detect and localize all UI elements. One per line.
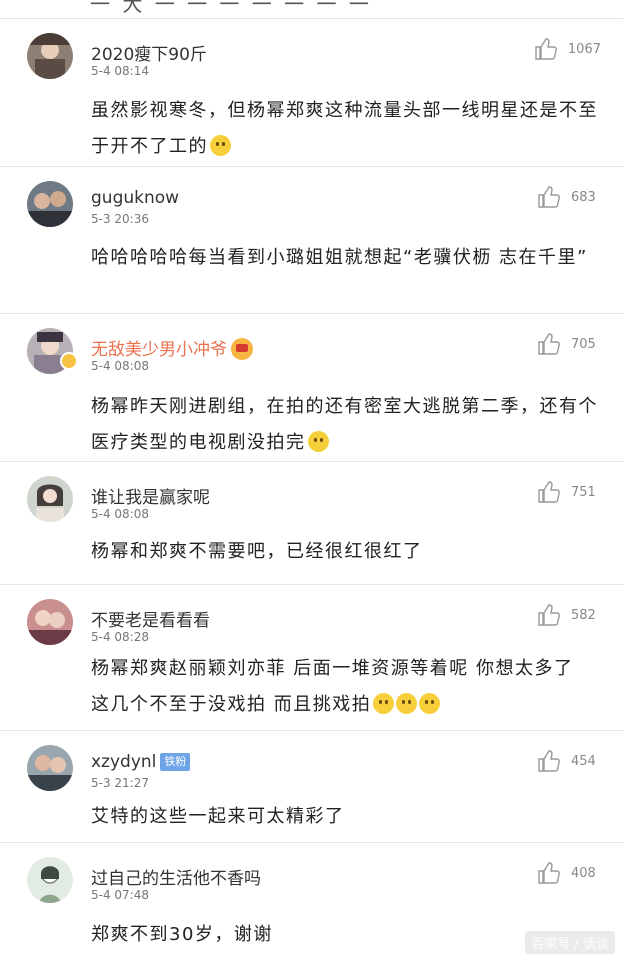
thumbs-up-icon: [538, 604, 560, 626]
cat-emoji-icon: [373, 693, 395, 714]
comment-item[interactable]: 不要老是看看看 5-4 08:28 582 杨幂郑爽赵丽颖刘亦菲 后面一堆资源等…: [0, 585, 623, 731]
username[interactable]: 谁让我是赢家呢: [91, 483, 210, 508]
comment-text: 哈哈哈哈哈每当看到小璐姐姐就想起“老骥伏枥 志在千里”: [91, 247, 588, 268]
timestamp: 5-4 08:08: [91, 507, 149, 521]
like-button[interactable]: 582: [537, 603, 601, 627]
comment-item[interactable]: 2020瘦下90斤 5-4 08:14 1067 虽然影视寒冬，但杨幂郑爽这种流…: [0, 19, 623, 167]
avatar[interactable]: [27, 599, 73, 645]
timestamp: 5-4 07:48: [91, 888, 149, 902]
thumbs-up-icon: [535, 38, 557, 60]
like-count: 1067: [567, 41, 601, 57]
like-button[interactable]: 1067: [534, 37, 601, 61]
timestamp: 5-3 21:27: [91, 776, 149, 790]
username[interactable]: 2020瘦下90斤: [91, 40, 207, 65]
thumbs-up-icon: [538, 750, 560, 772]
laugh-emoji-icon: [210, 135, 231, 156]
like-button[interactable]: 705: [537, 332, 601, 356]
like-button[interactable]: 751: [537, 480, 601, 504]
timestamp: 5-4 08:08: [91, 359, 149, 373]
comment-text: 杨幂郑爽赵丽颖刘亦菲 后面一堆资源等着呢 你想太多了 这几个不至于没戏拍 而且挑…: [91, 658, 574, 715]
comment-text: 杨幂昨天刚进剧组，在拍的还有密室大逃脱第二季，还有个医疗类型的电视剧没拍完: [91, 396, 598, 453]
thumbs-up-icon: [538, 862, 560, 884]
thumbs-up-icon: [538, 186, 560, 208]
verified-badge-icon: [60, 352, 78, 370]
thumbs-up-icon: [538, 481, 560, 503]
username[interactable]: guguknow: [91, 188, 179, 208]
like-button[interactable]: 408: [537, 861, 601, 885]
timestamp: 5-4 08:28: [91, 630, 149, 644]
like-count: 408: [571, 865, 596, 881]
comment-item[interactable]: guguknow 5-3 20:36 683 哈哈哈哈哈每当看到小璐姐姐就想起“…: [0, 167, 623, 314]
like-button[interactable]: 683: [537, 185, 601, 209]
thumbs-up-icon: [538, 333, 560, 355]
cat-emoji-icon: [419, 693, 441, 714]
avatar[interactable]: [27, 857, 73, 903]
comment-text: 艾特的这些一起来可太精彩了: [91, 806, 345, 827]
like-count: 705: [571, 336, 596, 352]
like-count: 683: [571, 189, 596, 205]
fans-badge: 铁粉: [160, 753, 191, 771]
like-count: 751: [571, 484, 596, 500]
watermark: 百家号 / 谈谈: [525, 931, 615, 954]
previous-comment-fragment: 一 大 一 一 一 一 一 一 一: [0, 0, 623, 19]
yum-emoji-icon: [307, 431, 329, 452]
crown-icon: [231, 338, 253, 360]
timestamp: 5-3 20:36: [91, 212, 149, 226]
username[interactable]: 不要老是看看看: [91, 606, 210, 631]
cat-emoji-icon: [396, 693, 418, 714]
like-count: 582: [571, 607, 596, 623]
comment-text: 郑爽不到30岁，谢谢: [91, 924, 273, 945]
avatar[interactable]: [27, 181, 73, 227]
like-button[interactable]: 454: [537, 749, 601, 773]
comment-text: 杨幂和郑爽不需要吧，已经很红很红了: [91, 541, 423, 562]
username[interactable]: 无敌美少男小冲爷: [91, 335, 253, 360]
avatar[interactable]: [27, 745, 73, 791]
comment-item[interactable]: xzydynl 铁粉 5-3 21:27 454 艾特的这些一起来可太精彩了: [0, 731, 623, 843]
username[interactable]: xzydynl 铁粉: [91, 752, 191, 772]
like-count: 454: [571, 753, 596, 769]
comment-text: 虽然影视寒冬，但杨幂郑爽这种流量头部一线明星还是不至于开不了工的: [91, 100, 598, 157]
avatar[interactable]: [27, 476, 73, 522]
timestamp: 5-4 08:14: [91, 64, 149, 78]
comment-item[interactable]: 无敌美少男小冲爷 5-4 08:08 705 杨幂昨天刚进剧组，在拍的还有密室大…: [0, 314, 623, 462]
cut-off-text: 一 大 一 一 一 一 一 一 一: [90, 0, 372, 16]
username[interactable]: 过自己的生活他不香吗: [91, 864, 261, 889]
avatar[interactable]: [27, 33, 73, 79]
comment-item[interactable]: 谁让我是赢家呢 5-4 08:08 751 杨幂和郑爽不需要吧，已经很红很红了: [0, 462, 623, 585]
